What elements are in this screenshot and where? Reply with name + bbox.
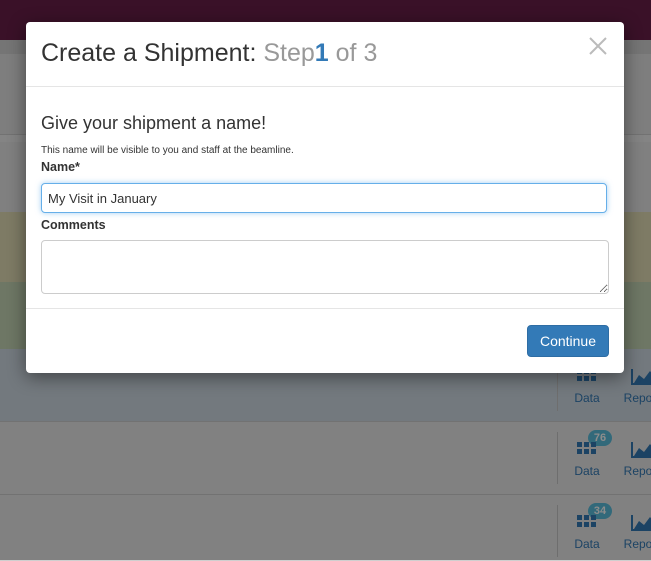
modal-header: Create a Shipment: Step1 of 3 — [26, 22, 624, 87]
name-label: Name* — [41, 160, 80, 174]
shipment-name-input[interactable] — [41, 183, 607, 213]
continue-button[interactable]: Continue — [526, 325, 609, 357]
modal-title-prefix: Create a Shipment: — [41, 39, 257, 67]
comments-textarea[interactable] — [41, 240, 609, 294]
modal-footer: Continue — [26, 308, 624, 374]
modal-title-step: Step — [263, 39, 315, 67]
modal-step-number: 1 — [314, 39, 329, 67]
form-heading: Give your shipment a name! — [41, 113, 267, 133]
required-marker: * — [75, 160, 80, 174]
comments-label: Comments — [41, 218, 106, 232]
create-shipment-modal: Create a Shipment: Step1 of 3 Give your … — [26, 22, 624, 373]
modal-step-total: of 3 — [335, 39, 378, 67]
modal-title: Create a Shipment: Step1 of 3 — [41, 39, 377, 68]
close-icon[interactable] — [586, 34, 610, 58]
name-help-text: This name will be visible to you and sta… — [41, 145, 294, 156]
